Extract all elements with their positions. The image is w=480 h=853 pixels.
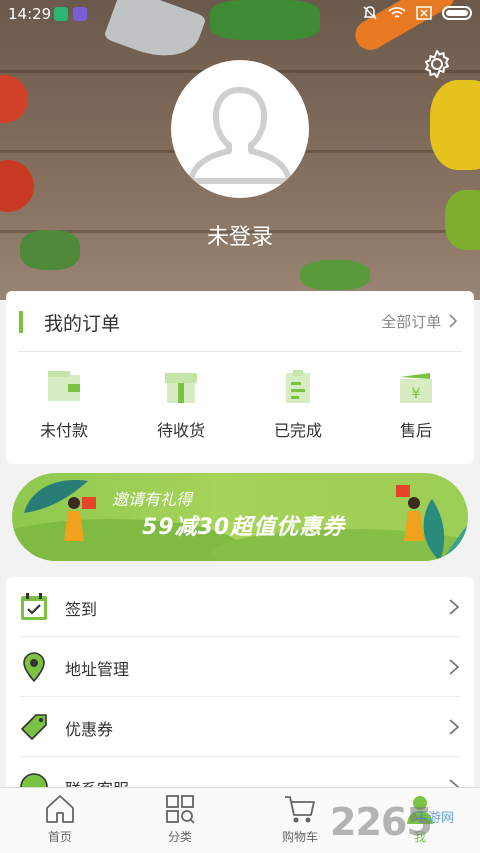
order-unpaid-label: 未付款 <box>39 421 88 440</box>
chevron-right-icon <box>449 719 460 735</box>
status-time: 14:29 <box>8 5 52 23</box>
status-bar: 14:29 <box>0 0 480 28</box>
status-icons <box>362 5 472 21</box>
home-icon <box>46 795 74 823</box>
wifi-icon <box>388 7 406 18</box>
pepper-decor <box>430 80 480 170</box>
chevron-right-icon <box>449 659 460 675</box>
avatar[interactable] <box>171 60 309 198</box>
order-unpaid[interactable]: 未付款 <box>24 369 104 441</box>
tab-label: 分类 <box>167 830 192 844</box>
app-notification-icon <box>54 7 68 21</box>
section-accent-bar <box>19 311 23 333</box>
cart-icon <box>285 796 315 823</box>
svg-text:¥: ¥ <box>412 386 421 402</box>
tomato-decor <box>0 160 34 212</box>
chevron-right-icon <box>449 314 458 328</box>
all-orders-link[interactable]: 全部订单 <box>381 311 458 332</box>
clipboard-done-icon <box>286 370 310 403</box>
tab-label: 首页 <box>47 830 72 844</box>
package-icon <box>165 373 197 403</box>
app-notification-icon <box>73 7 87 21</box>
order-to-receive[interactable]: 待收货 <box>141 369 221 441</box>
settings-gear-icon[interactable] <box>421 48 453 80</box>
location-pin-icon <box>23 652 45 682</box>
order-completed-label: 已完成 <box>273 421 322 440</box>
order-after-sale[interactable]: ¥ 售后 <box>376 369 456 441</box>
girl-illustration-icon <box>64 497 96 541</box>
profile-header: 14:29 未登录 <box>0 0 480 300</box>
tab-home[interactable]: 首页 <box>20 792 100 845</box>
herb-decor <box>300 260 370 290</box>
wallet-icon <box>48 371 80 401</box>
order-after-sale-label: 售后 <box>399 421 432 440</box>
tab-category[interactable]: 分类 <box>140 792 220 845</box>
orders-card: 我的订单 全部订单 未付款 待收货 已完成 ¥ 售后 <box>6 291 474 464</box>
login-status[interactable]: 未登录 <box>0 219 480 251</box>
orders-title: 我的订单 <box>44 313 121 335</box>
menu-item-checkin[interactable]: 签到 <box>6 577 474 637</box>
banner-line1: 邀请有礼得 <box>112 490 193 509</box>
bell-muted-icon <box>363 6 377 20</box>
invite-promo-banner[interactable]: 邀请有礼得 59减30超值优惠券 <box>12 473 468 561</box>
menu-list: 签到 地址管理 优惠券 联系客服 <box>6 577 474 797</box>
menu-item-label: 地址管理 <box>65 660 130 679</box>
all-orders-label: 全部订单 <box>381 313 442 331</box>
watermark-sub: 手游网 <box>415 811 455 826</box>
tab-cart[interactable]: 购物车 <box>260 792 340 845</box>
order-to-receive-label: 待收货 <box>156 421 205 440</box>
menu-item-address[interactable]: 地址管理 <box>6 637 474 697</box>
menu-item-label: 签到 <box>65 600 98 619</box>
divider <box>18 351 462 352</box>
menu-item-coupons[interactable]: 优惠券 <box>6 697 474 757</box>
yen-return-icon: ¥ <box>400 373 432 403</box>
sim-blocked-icon <box>416 6 432 20</box>
tab-label: 购物车 <box>281 830 318 844</box>
coupon-tag-icon <box>21 714 47 740</box>
menu-item-label: 优惠券 <box>65 720 114 739</box>
tomato-decor <box>0 75 28 123</box>
plant-decor-icon <box>423 499 468 561</box>
battery-icon <box>442 6 472 20</box>
chevron-right-icon <box>449 599 460 615</box>
banner-line2: 59减30超值优惠券 <box>142 515 346 540</box>
order-completed[interactable]: 已完成 <box>258 369 338 441</box>
default-user-icon <box>188 87 292 184</box>
calendar-check-icon <box>21 593 47 620</box>
category-icon <box>166 795 195 824</box>
